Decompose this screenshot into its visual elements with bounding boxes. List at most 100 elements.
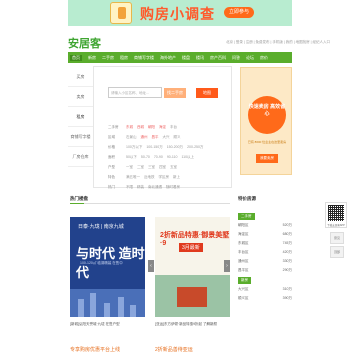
filter-value[interactable]: 三室 xyxy=(148,165,155,169)
list-item[interactable]: 海淀区 680万 xyxy=(238,232,292,237)
item-name: 通州区 xyxy=(238,259,249,263)
list-item[interactable]: 丰台区 420万 xyxy=(238,250,292,255)
filter-value[interactable]: 海淀 xyxy=(159,125,166,129)
site-logo[interactable]: 安居客 xyxy=(68,35,101,51)
list-item[interactable]: 通州区 330万 xyxy=(238,259,292,264)
filter-value[interactable]: 100万以下 xyxy=(126,145,142,149)
filter-value[interactable]: 50-70 xyxy=(141,155,150,159)
back-to-top-button[interactable]: 顶部 xyxy=(330,246,344,258)
building-shape xyxy=(78,299,84,317)
promo-link-1[interactable]: 专享购房优惠平台上线 xyxy=(70,346,120,353)
menu-item-factory[interactable]: 厂房仓库 xyxy=(68,147,93,167)
nav-item-news[interactable]: 楼讯 xyxy=(196,55,204,61)
filter-value[interactable]: 石景山 xyxy=(126,135,137,139)
item-price: 520万 xyxy=(282,223,292,227)
card-caption-2[interactable]: [亚运]东方伊顿·新品特惠9折起 了解新颜 xyxy=(155,322,217,327)
feedback-button[interactable]: 意见 xyxy=(330,232,344,244)
building-shape xyxy=(90,293,96,317)
nav-item-price[interactable]: 房价 xyxy=(260,55,268,61)
search-input[interactable]: 请输入小区名称、地址... xyxy=(108,87,162,98)
filter-label: 二手房 xyxy=(108,125,119,129)
filter-value[interactable]: 50以下 xyxy=(126,155,137,159)
filter-value[interactable]: 昌平 xyxy=(152,135,159,139)
item-name: 昌平区 xyxy=(238,268,249,272)
list-tag[interactable]: 二手房 xyxy=(238,213,255,220)
nav-item-forum[interactable]: 论坛 xyxy=(246,55,254,61)
search-button[interactable]: 找二手房 xyxy=(164,88,186,98)
nav-item-commercial[interactable]: 商铺写字楼 xyxy=(134,55,154,61)
qr-caption: 下载安居客APP xyxy=(327,224,345,227)
filter-value[interactable]: 顺义 xyxy=(174,135,181,139)
filter-value[interactable]: 四室 xyxy=(159,165,166,169)
nav-item-overseas[interactable]: 海外地产 xyxy=(160,55,176,61)
ad-card-1[interactable]: 日泰·九珑 | 南京九城 与时代 造时代 100-120㎡ 临湖精装 在售中 xyxy=(70,217,145,317)
filter-value[interactable]: 100-150万 xyxy=(146,145,162,149)
card-tagline: 100-120㎡ 临湖精装 在售中 xyxy=(80,261,123,265)
map-search-button[interactable]: 地图 xyxy=(196,88,218,98)
nav-item-second-hand[interactable]: 二手房 xyxy=(102,55,114,61)
filter-value[interactable]: 大兴 xyxy=(163,135,170,139)
banner-join-button[interactable]: 立即参与 xyxy=(224,7,254,18)
sell-button[interactable]: 我要卖房 xyxy=(256,154,278,163)
filter-list: 二手房 东城 西城 朝阳 海淀 丰台 区域 石景山 通州 昌平 大兴 顺义 价格 100万以下 100-… xyxy=(108,125,226,195)
promo-subtitle: 已有 8600 位业主在这里卖房 xyxy=(247,140,287,144)
filter-value[interactable]: 精装 xyxy=(137,185,144,189)
nav-item-home[interactable]: 首页 xyxy=(70,54,82,61)
section-divider xyxy=(70,203,230,204)
filter-value[interactable]: 满五唯一 xyxy=(126,175,140,179)
filter-value[interactable]: 随时看房 xyxy=(166,185,180,189)
filter-row: 户型 一室 二室 三室 四室 五室 xyxy=(108,165,226,170)
banner-title: 购房小调查 xyxy=(140,6,215,22)
menu-item-buy[interactable]: 买房 xyxy=(68,67,93,87)
filter-value[interactable]: 150-200万 xyxy=(167,145,183,149)
nav-item-rent[interactable]: 租房 xyxy=(120,55,128,61)
building-shape xyxy=(118,297,124,317)
carousel-prev-arrow[interactable]: ‹ xyxy=(148,260,154,272)
list-item[interactable]: 大兴区 310万 xyxy=(238,287,292,292)
filter-value[interactable]: 200-250万 xyxy=(187,145,203,149)
menu-item-commercial[interactable]: 商铺写字楼 xyxy=(68,127,93,147)
card-caption-1[interactable]: [新城]弘阳天誉城·九珑 在售户型 xyxy=(70,322,120,327)
filter-value[interactable]: 南北通透 xyxy=(148,185,162,189)
filter-value[interactable]: 通州 xyxy=(141,135,148,139)
carousel-next-arrow[interactable]: › xyxy=(224,260,230,272)
nav-item-buildings[interactable]: 楼盘 xyxy=(182,55,190,61)
floating-side-buttons: 意见 顶部 xyxy=(330,232,344,260)
filter-value[interactable]: 丰台 xyxy=(170,125,177,129)
top-ad-banner[interactable]: 购房小调查 立即参与 xyxy=(68,0,292,26)
filter-value[interactable]: 110以上 xyxy=(181,155,194,159)
item-name: 朝阳区 xyxy=(238,223,249,227)
list-item[interactable]: 朝阳区 520万 xyxy=(238,223,292,228)
filter-value[interactable]: 70-90 xyxy=(154,155,163,159)
filter-value[interactable]: 西城 xyxy=(137,125,144,129)
list-item[interactable]: 昌平区 290万 xyxy=(238,268,292,273)
menu-item-sell[interactable]: 卖房 xyxy=(68,87,93,107)
list-tag[interactable]: 新房 xyxy=(238,277,251,284)
filter-value[interactable]: 二室 xyxy=(137,165,144,169)
item-price: 680万 xyxy=(282,232,292,236)
menu-item-rent[interactable]: 租房 xyxy=(68,107,93,127)
filter-value[interactable]: 新上 xyxy=(173,175,180,179)
nav-item-wiki[interactable]: 房产百科 xyxy=(210,55,226,61)
filter-value[interactable]: 学区房 xyxy=(159,175,170,179)
ad-card-2[interactable]: 2折新品特惠·御景美墅·9 3月最新 xyxy=(155,217,230,317)
nav-item-qa[interactable]: 问答 xyxy=(232,55,240,61)
list-item[interactable]: 东城区 745万 xyxy=(238,241,292,246)
main-nav: 首页 新房 二手房 租房 商铺写字楼 海外地产 楼盘 楼讯 房产百科 问答 论坛… xyxy=(68,52,292,63)
filter-value[interactable]: 一室 xyxy=(126,165,133,169)
house-shape xyxy=(177,287,207,307)
app-qr-code[interactable]: 下载安居客APP xyxy=(325,202,347,228)
section-title: 热门楼盘 xyxy=(70,196,88,201)
filter-value[interactable]: 五室 xyxy=(170,165,177,169)
filter-value[interactable]: 90-110 xyxy=(167,155,178,159)
filter-value[interactable]: 近地铁 xyxy=(144,175,155,179)
filter-value[interactable]: 朝阳 xyxy=(148,125,155,129)
sell-promo[interactable]: 快速卖房 高效省心 已有 8600 位业主在这里卖房 我要卖房 xyxy=(240,67,292,175)
nav-item-new[interactable]: 新房 xyxy=(88,55,96,61)
top-links[interactable]: 北京 | 登录 | 注册 | 免费发布 | 手机版 | 我的 | 地图找房 | … xyxy=(226,40,330,45)
promo-link-2[interactable]: 2折新品善待亚运 xyxy=(155,346,193,353)
filter-value[interactable]: 东城 xyxy=(126,125,133,129)
list-item[interactable]: 顺义区 390万 xyxy=(238,296,292,301)
filter-value[interactable]: 不限 xyxy=(126,185,133,189)
right-list: 二手房 朝阳区 520万 海淀区 680万 东城区 745万 丰台区 420万 通州区 3… xyxy=(238,213,292,305)
